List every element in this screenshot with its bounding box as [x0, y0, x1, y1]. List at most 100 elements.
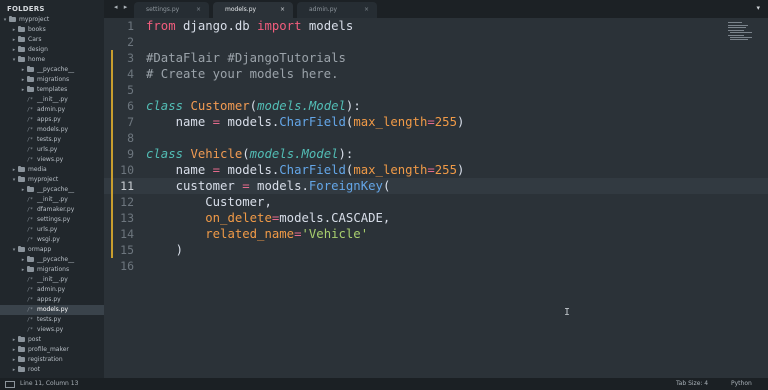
sidebar-folder[interactable]: ▸ __pycache__ — [0, 65, 104, 75]
chevron-right-icon[interactable]: ▸ — [11, 335, 17, 345]
sidebar-folder[interactable]: ▸ registration — [0, 355, 104, 365]
chevron-down-icon[interactable]: ▾ — [11, 55, 17, 65]
sidebar-folder[interactable]: ▸ books — [0, 25, 104, 35]
line-number: 5 — [127, 83, 134, 97]
code-line[interactable]: related_name='Vehicle' — [146, 226, 368, 242]
file-icon: /* — [27, 137, 34, 143]
code-token: class — [146, 99, 184, 113]
tab-admin-py[interactable]: admin.py × — [297, 2, 377, 18]
sidebar-folder[interactable]: ▸ migrations — [0, 75, 104, 85]
tab-models-py[interactable]: models.py × — [213, 2, 293, 18]
sidebar-file[interactable]: /* urls.py — [0, 225, 104, 235]
code-line[interactable]: customer = models.ForeignKey( — [146, 178, 391, 194]
file-icon: /* — [27, 217, 34, 223]
sidebar-folder[interactable]: ▸ templates — [0, 85, 104, 95]
tab-size-setting[interactable]: Tab Size: 4 — [676, 378, 708, 390]
code-line[interactable]: # Create your models here. — [146, 66, 339, 82]
chevron-right-icon[interactable]: ▸ — [20, 75, 26, 85]
sidebar-file[interactable]: /* tests.py — [0, 135, 104, 145]
line-number: 6 — [127, 99, 134, 113]
code-line[interactable]: name = models.CharField(max_length=255) — [146, 114, 465, 130]
close-icon[interactable]: × — [364, 2, 369, 18]
code-line[interactable]: #DataFlair #DjangoTutorials — [146, 50, 346, 66]
sidebar-folder[interactable]: ▸ media — [0, 165, 104, 175]
sidebar-folder[interactable]: ▾ myproject — [0, 15, 104, 25]
sidebar-file[interactable]: /* models.py — [0, 305, 104, 315]
code-line[interactable]: from django.db import models — [146, 18, 353, 34]
code-token: ) — [457, 163, 465, 177]
chevron-right-icon[interactable]: ▸ — [11, 345, 17, 355]
line-number: 4 — [127, 67, 134, 81]
chevron-right-icon[interactable]: ▸ — [20, 85, 26, 95]
chevron-right-icon[interactable]: ▸ — [11, 45, 17, 55]
sidebar-folder[interactable]: ▸ root — [0, 365, 104, 375]
chevron-right-icon[interactable]: ▸ — [11, 365, 17, 375]
sidebar-file[interactable]: /* wsgi.py — [0, 235, 104, 245]
minimap[interactable] — [728, 22, 758, 42]
folder-icon — [18, 26, 25, 32]
chevron-down-icon[interactable]: ▾ — [11, 245, 17, 255]
chevron-right-icon[interactable]: ▸ — [11, 165, 17, 175]
folder-icon — [18, 56, 25, 62]
tab-settings-py[interactable]: settings.py × — [134, 2, 209, 18]
sidebar-file[interactable]: /* admin.py — [0, 105, 104, 115]
sidebar-file[interactable]: /* models.py — [0, 125, 104, 135]
code-line[interactable]: name = models.CharField(max_length=255) — [146, 162, 465, 178]
chevron-down-icon[interactable]: ▾ — [2, 15, 8, 25]
sidebar-folder[interactable]: ▸ design — [0, 45, 104, 55]
line-number: 8 — [127, 131, 134, 145]
chevron-right-icon[interactable]: ▸ — [20, 65, 26, 75]
file-icon: /* — [27, 117, 34, 123]
code-line[interactable]: ) — [146, 242, 183, 258]
sidebar-folder[interactable]: ▸ profile_maker — [0, 345, 104, 355]
sidebar-title: FOLDERS — [7, 5, 45, 13]
chevron-right-icon[interactable]: ▸ — [11, 355, 17, 365]
sidebar-folder[interactable]: ▸ Cars — [0, 35, 104, 45]
sidebar-file[interactable]: /* apps.py — [0, 295, 104, 305]
sidebar-folder[interactable]: ▸ post — [0, 335, 104, 345]
tab-nav-arrows-icon[interactable]: ◂ ▸ — [114, 3, 129, 11]
chevron-right-icon[interactable]: ▸ — [11, 25, 17, 35]
sidebar-file[interactable]: /* dfamaker.py — [0, 205, 104, 215]
sidebar-file[interactable]: /* urls.py — [0, 145, 104, 155]
code-token: ( — [382, 179, 391, 193]
sidebar-file[interactable]: /* apps.py — [0, 115, 104, 125]
tree-item-label: ormapp — [28, 246, 52, 253]
code-token: models. — [220, 163, 280, 177]
line-number: 10 — [120, 163, 134, 177]
syntax-setting[interactable]: Python — [731, 378, 752, 390]
code-line[interactable]: class Customer(models.Model): — [146, 98, 361, 114]
sidebar-file[interactable]: /* __init__.py — [0, 95, 104, 105]
chevron-right-icon[interactable]: ▸ — [20, 265, 26, 275]
file-icon: /* — [27, 277, 34, 283]
code-line[interactable]: Customer, — [146, 194, 272, 210]
close-icon[interactable]: × — [280, 2, 285, 18]
chevron-right-icon[interactable]: ▸ — [20, 255, 26, 265]
sidebar-file[interactable]: /* settings.py — [0, 215, 104, 225]
chevron-down-icon[interactable]: ▾ — [11, 175, 17, 185]
code-line[interactable]: on_delete=models.CASCADE, — [146, 210, 390, 226]
chevron-right-icon[interactable]: ▸ — [20, 185, 26, 195]
code-line[interactable]: class Vehicle(models.Model): — [146, 146, 353, 162]
sidebar-file[interactable]: /* admin.py — [0, 285, 104, 295]
line-number: 2 — [127, 35, 134, 49]
sidebar-folder[interactable]: ▸ migrations — [0, 265, 104, 275]
sidebar-file[interactable]: /* views.py — [0, 155, 104, 165]
panel-toggle-icon[interactable] — [5, 381, 15, 388]
sidebar-file[interactable]: /* views.py — [0, 325, 104, 335]
sidebar-file[interactable]: /* __init__.py — [0, 275, 104, 285]
sidebar-folder[interactable]: ▾ home — [0, 55, 104, 65]
sidebar-folder[interactable]: ▾ ormapp — [0, 245, 104, 255]
sidebar-folder[interactable]: ▸ __pycache__ — [0, 255, 104, 265]
sidebar-file[interactable]: /* tests.py — [0, 315, 104, 325]
sidebar-folder[interactable]: ▸ __pycache__ — [0, 185, 104, 195]
close-icon[interactable]: × — [196, 2, 201, 18]
sidebar-file[interactable]: /* __init__.py — [0, 195, 104, 205]
chevron-right-icon[interactable]: ▸ — [11, 35, 17, 45]
code-editor[interactable]: 1 from django.db import models 2 3 #DataFlai… — [104, 18, 768, 378]
tab-dropdown-icon[interactable]: ▾ — [756, 4, 760, 12]
sidebar-folder[interactable]: ▾ myproject — [0, 175, 104, 185]
tree-item-label: myproject — [28, 176, 59, 183]
